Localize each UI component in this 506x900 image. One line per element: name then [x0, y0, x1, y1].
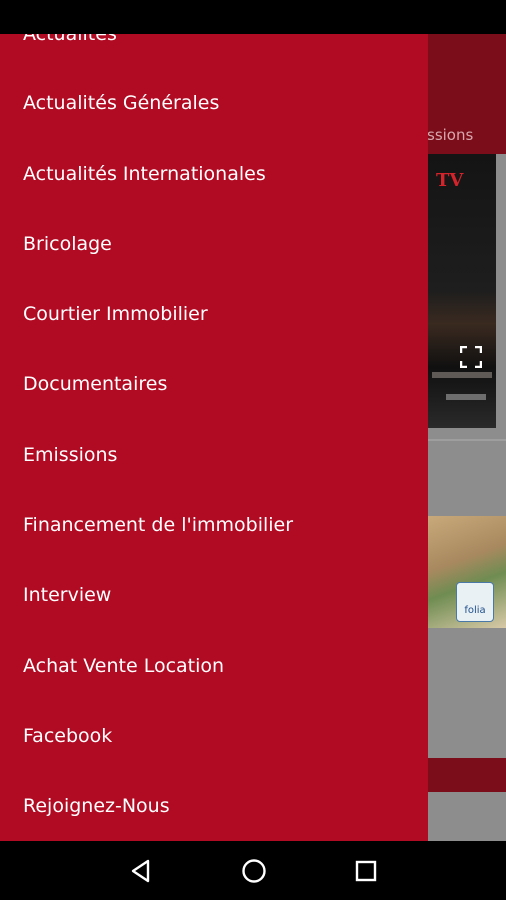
drawer-item-documentaires[interactable]: Documentaires: [23, 372, 167, 396]
status-bar: [0, 0, 506, 34]
drawer-item-actualites[interactable]: Actualités: [23, 34, 117, 46]
navigation-drawer: Actualités Actualités Générales Actualit…: [0, 34, 428, 841]
drawer-item-facebook[interactable]: Facebook: [23, 724, 112, 748]
drawer-item-achat-vente-location[interactable]: Achat Vente Location: [23, 654, 224, 678]
back-triangle-icon[interactable]: [126, 856, 156, 886]
drawer-item-financement-immobilier[interactable]: Financement de l'immobilier: [23, 513, 293, 537]
drawer-item-actualites-internationales[interactable]: Actualités Internationales: [23, 162, 266, 186]
drawer-item-emissions[interactable]: Emissions: [23, 443, 117, 467]
drawer-item-interview[interactable]: Interview: [23, 583, 111, 607]
system-navigation-bar: [0, 841, 506, 900]
folia-logo: folia: [456, 582, 494, 622]
article-thumbnail[interactable]: folia: [428, 516, 506, 628]
video-thumbnail[interactable]: TV: [428, 154, 496, 428]
thumbnail-caption: [432, 372, 492, 378]
card-divider: [428, 439, 506, 441]
fullscreen-icon[interactable]: [459, 345, 483, 369]
drawer-item-courtier-immobilier[interactable]: Courtier Immobilier: [23, 302, 208, 326]
thumbnail-caption-line: [446, 394, 486, 400]
drawer-item-rejoignez-nous[interactable]: Rejoignez-Nous: [23, 794, 170, 818]
recents-square-icon[interactable]: [351, 856, 381, 886]
home-circle-icon[interactable]: [239, 856, 269, 886]
drawer-item-actualites-generales[interactable]: Actualités Générales: [23, 91, 219, 115]
drawer-item-bricolage[interactable]: Bricolage: [23, 232, 112, 256]
tv-logo: TV: [436, 170, 464, 191]
tab-emissions-partial[interactable]: ssions: [427, 126, 473, 144]
